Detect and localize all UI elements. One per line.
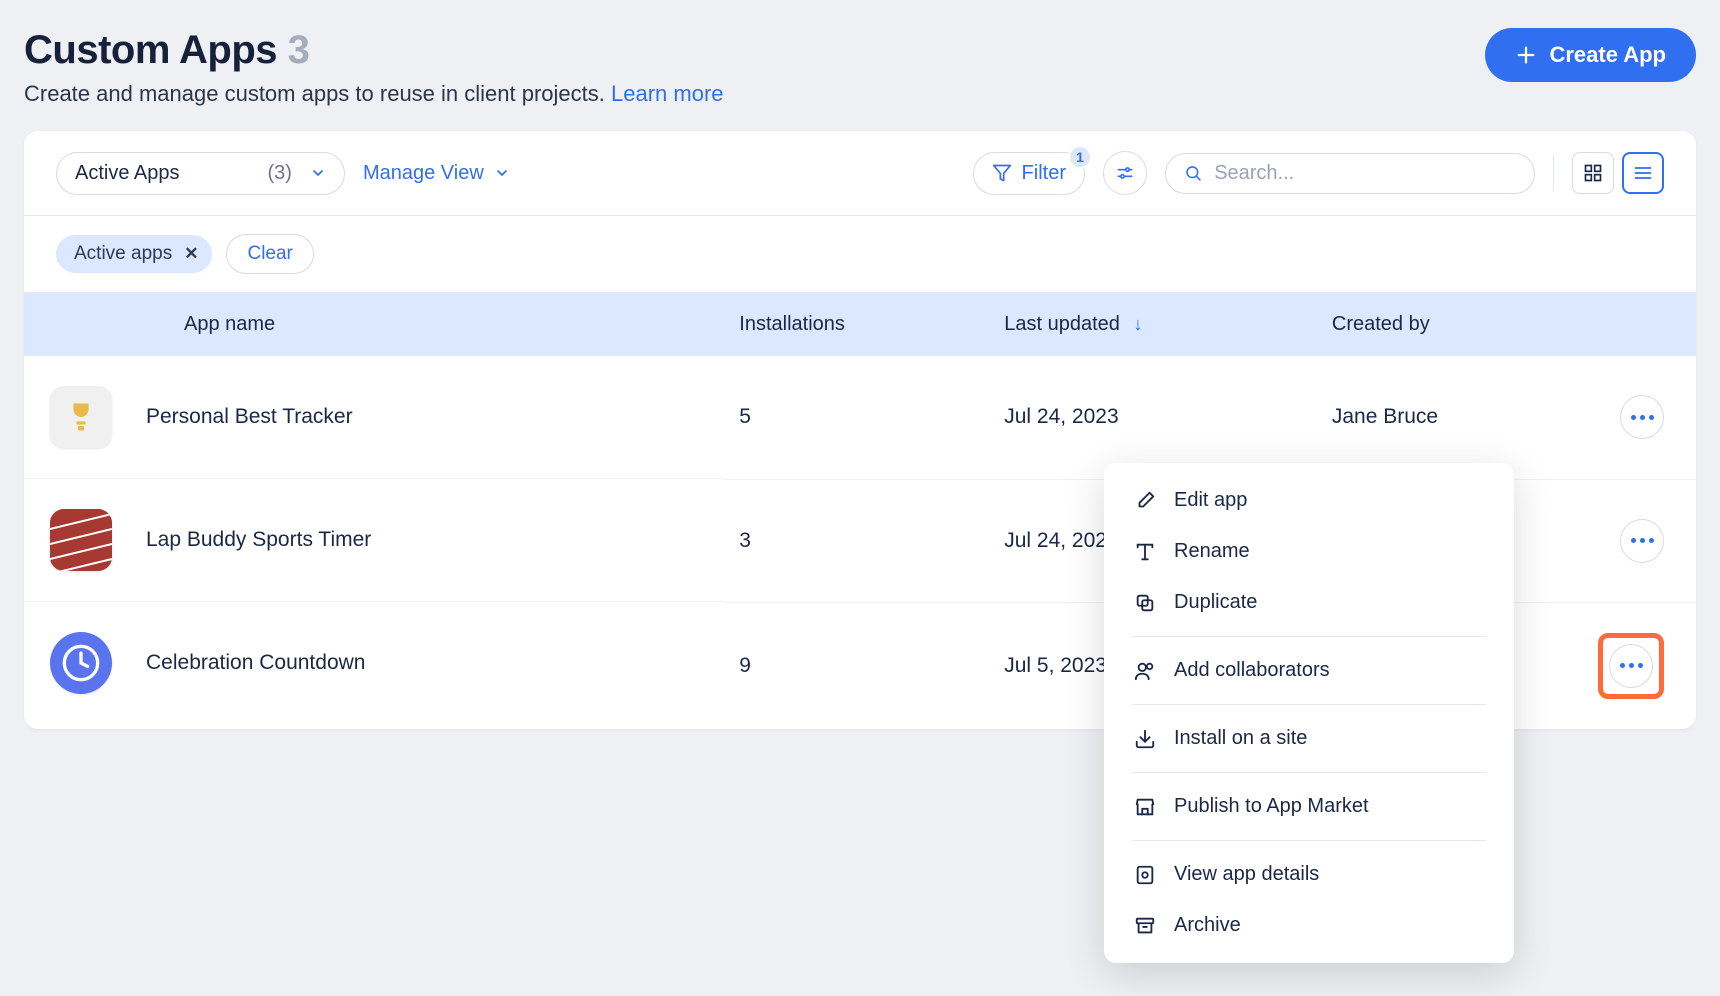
filter-icon [992, 163, 1012, 183]
col-last-updated[interactable]: Last updated ↓ [988, 293, 1316, 356]
manage-view-link[interactable]: Manage View [363, 162, 510, 185]
app-name: Lap Buddy Sports Timer [146, 528, 371, 552]
page-subtitle: Create and manage custom apps to reuse i… [24, 81, 724, 107]
menu-archive[interactable]: Archive [1104, 900, 1514, 951]
create-app-button[interactable]: Create App [1485, 28, 1696, 82]
clear-filters-button[interactable]: Clear [226, 234, 313, 274]
search-icon [1184, 163, 1202, 183]
more-icon [1631, 538, 1654, 543]
menu-separator [1132, 772, 1486, 773]
col-app-name[interactable]: App name [24, 293, 723, 356]
menu-view-details[interactable]: View app details [1104, 849, 1514, 900]
row-actions-button[interactable] [1609, 644, 1653, 688]
menu-publish-market[interactable]: Publish to App Market [1104, 781, 1514, 832]
filter-button[interactable]: Filter 1 [973, 152, 1085, 195]
users-icon [1134, 660, 1156, 682]
archive-icon [1134, 915, 1156, 937]
app-count: 3 [288, 28, 310, 72]
view-select-dropdown[interactable]: Active Apps (3) [56, 152, 345, 195]
more-icon [1620, 663, 1643, 668]
store-icon [1134, 796, 1156, 818]
menu-install-site[interactable]: Install on a site [1104, 713, 1514, 764]
settings-sliders-button[interactable] [1103, 151, 1147, 195]
menu-add-collaborators[interactable]: Add collaborators [1104, 645, 1514, 696]
app-icon-track [50, 509, 112, 571]
chevron-down-icon [494, 165, 510, 181]
filter-chip-active-apps[interactable]: Active apps ✕ [56, 235, 212, 273]
list-view-toggle[interactable] [1622, 152, 1664, 194]
col-created-by[interactable]: Created by [1316, 293, 1582, 356]
grid-view-toggle[interactable] [1572, 152, 1614, 194]
view-count: (3) [268, 162, 292, 185]
filter-count-badge: 1 [1068, 145, 1092, 169]
details-icon [1134, 864, 1156, 886]
search-input[interactable] [1214, 162, 1516, 185]
list-icon [1633, 163, 1653, 183]
menu-edit-app[interactable]: Edit app [1104, 475, 1514, 526]
app-icon-clock [50, 632, 112, 694]
search-field[interactable] [1165, 153, 1535, 194]
grid-icon [1583, 163, 1603, 183]
last-updated: Jul 24, 2023 [988, 356, 1316, 479]
table-row[interactable]: Personal Best Tracker 5 Jul 24, 2023 Jan… [24, 356, 1696, 479]
plus-icon [1515, 44, 1537, 66]
row-actions-button[interactable] [1620, 519, 1664, 563]
duplicate-icon [1134, 592, 1156, 614]
app-name: Personal Best Tracker [146, 405, 353, 429]
remove-chip-icon[interactable]: ✕ [184, 244, 198, 264]
pencil-icon [1134, 490, 1156, 512]
menu-duplicate[interactable]: Duplicate [1104, 577, 1514, 628]
sort-desc-icon: ↓ [1133, 314, 1142, 334]
page-title: Custom Apps 3 [24, 28, 724, 73]
more-icon [1631, 415, 1654, 420]
sliders-icon [1115, 163, 1135, 183]
menu-separator [1132, 704, 1486, 705]
download-icon [1134, 728, 1156, 750]
row-context-menu: Edit app Rename Duplicate Add collaborat… [1104, 463, 1514, 963]
row-actions-button[interactable] [1620, 395, 1664, 439]
install-count: 5 [723, 356, 988, 479]
menu-separator [1132, 840, 1486, 841]
chevron-down-icon [310, 165, 326, 181]
app-icon-trophy [50, 386, 112, 448]
col-installations[interactable]: Installations [723, 293, 988, 356]
divider [1553, 155, 1554, 191]
menu-separator [1132, 636, 1486, 637]
app-name: Celebration Countdown [146, 651, 365, 675]
menu-rename[interactable]: Rename [1104, 526, 1514, 577]
created-by: Jane Bruce [1316, 356, 1582, 479]
install-count: 9 [723, 602, 988, 729]
text-icon [1134, 541, 1156, 563]
install-count: 3 [723, 479, 988, 602]
highlight-annotation [1598, 633, 1664, 699]
learn-more-link[interactable]: Learn more [611, 81, 724, 106]
